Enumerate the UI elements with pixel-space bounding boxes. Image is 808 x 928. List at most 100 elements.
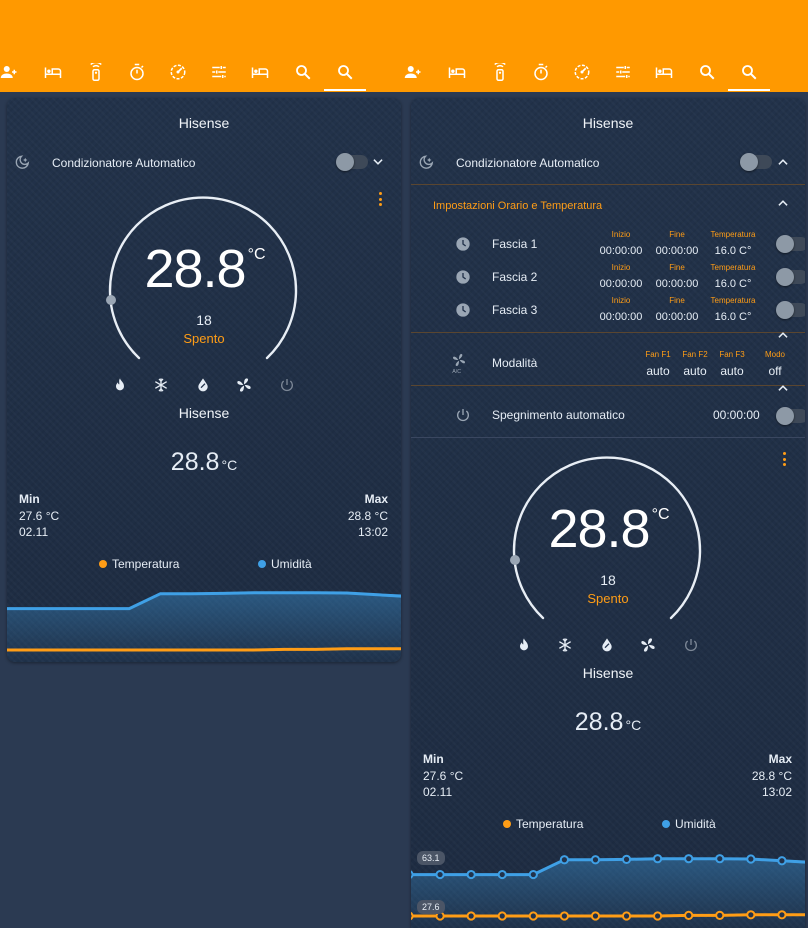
schedule-temp[interactable]: 16.0 C°: [704, 245, 762, 257]
tab-bed[interactable]: [36, 58, 70, 90]
humidity-point: [466, 869, 476, 880]
tab-remote[interactable]: [79, 58, 113, 90]
temperature-line: [7, 647, 401, 652]
min-time: 02.11: [423, 785, 453, 799]
tab-remote[interactable]: [483, 58, 517, 90]
fan-icon[interactable]: [236, 377, 252, 393]
humidity-point: [590, 855, 601, 865]
schedule-end[interactable]: 00:00:00: [649, 245, 705, 257]
schedule-end[interactable]: 00:00:00: [649, 278, 705, 290]
col-temp-header: Temperatura: [710, 296, 756, 305]
fan-icon[interactable]: [640, 637, 656, 653]
night-mode-icon: [418, 154, 436, 172]
mode-col-title: Fan F1: [645, 350, 671, 359]
tab-person[interactable]: [404, 58, 430, 90]
left-panel: Hisense Condizionatore Automatico 28.8 °C…: [0, 0, 404, 928]
tab-tune[interactable]: [202, 58, 236, 90]
temperature-point: [746, 910, 756, 920]
schedule-header[interactable]: Impostazioni Orario e Temperatura: [433, 200, 602, 212]
tab-tune[interactable]: [606, 58, 640, 90]
card-title: Hisense: [582, 115, 634, 131]
tab-bed-2[interactable]: [243, 58, 277, 90]
temperature-point: [590, 911, 601, 921]
legend-temperature[interactable]: Temperatura: [99, 557, 179, 571]
schedule-temp[interactable]: 16.0 C°: [704, 278, 762, 290]
power-icon[interactable]: [279, 377, 295, 393]
tab-timer[interactable]: [120, 58, 154, 90]
target-temperature: 18: [196, 312, 212, 328]
schedule-start[interactable]: 00:00:00: [593, 245, 649, 257]
schedule-toggle[interactable]: [776, 235, 805, 253]
hvac-state: Spento: [183, 331, 225, 346]
dry-icon[interactable]: [195, 377, 211, 393]
heat-icon[interactable]: [516, 637, 532, 653]
tab-search-2[interactable]: [324, 58, 366, 91]
more-options-icon[interactable]: [379, 192, 383, 206]
auto-off-toggle[interactable]: [776, 407, 805, 425]
chevron-up-icon[interactable]: [776, 328, 790, 342]
humidity-point: [497, 869, 507, 880]
tab-speed[interactable]: [565, 58, 599, 90]
legend-humidity[interactable]: Umidità: [258, 557, 312, 571]
dry-icon[interactable]: [599, 637, 615, 653]
heat-icon[interactable]: [112, 377, 128, 393]
tab-person[interactable]: [0, 58, 26, 90]
col-start-header: Inizio: [611, 296, 631, 305]
humidity-area: [7, 592, 401, 662]
search-icon: [698, 63, 716, 86]
tab-search[interactable]: [690, 58, 724, 90]
auto-off-label: Spegnimento automatico: [492, 408, 625, 422]
power-icon[interactable]: [683, 637, 699, 653]
tab-bed-2[interactable]: [647, 58, 681, 90]
schedule-end[interactable]: 00:00:00: [649, 311, 705, 323]
app-header: [0, 0, 404, 92]
remote-icon: [87, 61, 105, 86]
schedule-start[interactable]: 00:00:00: [593, 278, 649, 290]
chevron-up-icon[interactable]: [776, 196, 790, 210]
humidity-point: [684, 854, 694, 864]
tab-timer[interactable]: [524, 58, 558, 90]
bed-icon: [655, 63, 673, 86]
current-temperature: 28.8 °C: [144, 239, 266, 299]
schedule-temp[interactable]: 16.0 C°: [704, 311, 762, 323]
snowflake-icon[interactable]: [557, 637, 573, 653]
ac-mode-icon: A/C: [450, 352, 468, 375]
humidity-point: [715, 854, 725, 864]
bed-icon: [44, 63, 62, 86]
humidity-point-label: 63.1: [417, 851, 445, 865]
tab-speed[interactable]: [161, 58, 195, 90]
current-temperature: 28.8 °C: [548, 499, 670, 559]
max-label: Max: [768, 752, 792, 766]
search-icon: [294, 63, 312, 86]
automation-toggle[interactable]: [336, 153, 368, 171]
legend-temperature[interactable]: Temperatura: [503, 817, 583, 831]
min-value: 27.6 °C: [423, 769, 464, 783]
tab-search[interactable]: [286, 58, 320, 90]
temperature-point: [559, 911, 569, 921]
temperature-point: [497, 911, 507, 921]
schedule-start[interactable]: 00:00:00: [593, 311, 649, 323]
clock-icon: [455, 269, 471, 285]
mode-col-title: Modo: [764, 350, 785, 359]
chevron-down-icon[interactable]: [371, 155, 385, 169]
temperature-point: [411, 911, 414, 921]
tab-bed[interactable]: [440, 58, 474, 90]
col-temp-header: Temperatura: [710, 263, 756, 272]
schedule-row-name: Fascia 3: [492, 303, 538, 317]
remote-icon: [491, 61, 509, 86]
max-time: 13:02: [761, 785, 792, 799]
divider: [411, 385, 805, 386]
automation-toggle[interactable]: [740, 153, 772, 171]
more-options-icon[interactable]: [783, 452, 787, 466]
schedule-toggle[interactable]: [776, 301, 805, 319]
schedule-row-name: Fascia 2: [492, 270, 538, 284]
legend-humidity[interactable]: Umidità: [662, 817, 716, 831]
tab-search-2[interactable]: [728, 58, 770, 91]
search-icon: [740, 63, 758, 86]
chevron-up-icon[interactable]: [776, 155, 790, 169]
humidity-point: [559, 855, 569, 865]
schedule-toggle[interactable]: [776, 268, 805, 286]
chevron-up-icon[interactable]: [776, 381, 790, 395]
snowflake-icon[interactable]: [153, 377, 169, 393]
humidity-point: [746, 854, 756, 864]
